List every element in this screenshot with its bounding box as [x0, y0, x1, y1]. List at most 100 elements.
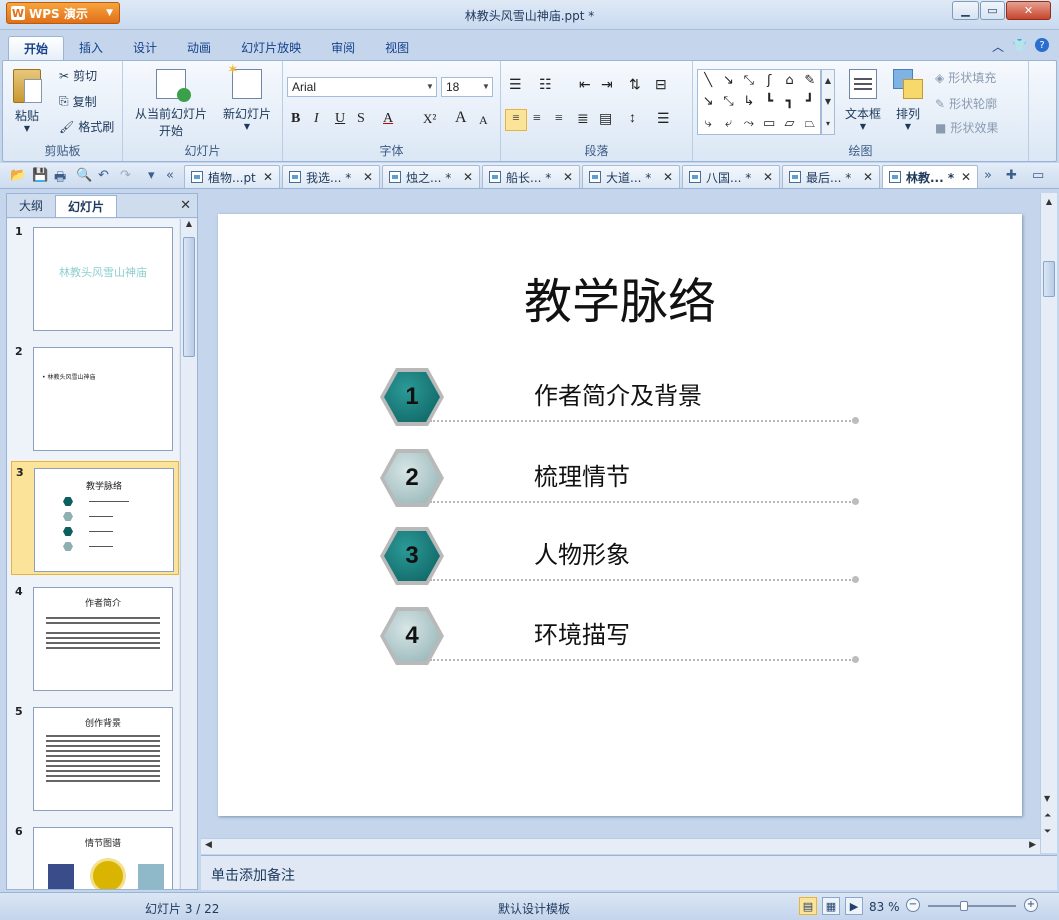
slide-thumbnail-3[interactable]: 3 教学脉络 [11, 461, 179, 575]
notes-placeholder[interactable]: 单击添加备注 [211, 865, 295, 885]
elbow-connector-icon[interactable]: ↳ [743, 94, 754, 109]
curve-arrow-icon[interactable]: ⤶ [725, 116, 732, 131]
doc-tab[interactable]: 八国... * ✕ [682, 165, 780, 188]
tabs-scroll-right-icon[interactable]: » [984, 168, 992, 183]
distribute-icon[interactable]: ▤ [599, 111, 612, 128]
slide-thumbnail-4[interactable]: 4 作者简介 [11, 581, 179, 695]
tab-home[interactable]: 开始 [8, 36, 65, 60]
close-icon[interactable]: ✕ [863, 170, 873, 184]
close-icon[interactable]: ✕ [563, 170, 573, 184]
agenda-item-1[interactable]: 1 作者简介及背景 [380, 368, 860, 430]
chevron-up-icon[interactable]: ▲ [1041, 197, 1057, 206]
slide-vertical-scrollbar[interactable]: ▲ ▼ ⏶ ⏷ [1040, 193, 1057, 853]
line-spacing-icon[interactable]: ↕ [629, 111, 636, 127]
arrange-button[interactable]: 排列 ▼ [891, 69, 925, 131]
font-size-combo[interactable]: 18 ▼ [441, 77, 493, 97]
notes-pane[interactable]: 单击添加备注 [201, 855, 1057, 890]
tab-view[interactable]: 视图 [370, 36, 424, 60]
zoom-out-button[interactable]: − [906, 898, 920, 912]
slides-panel-scrollbar[interactable]: ▲ [180, 219, 197, 889]
arrow-shape-icon[interactable]: ↘ [723, 73, 734, 88]
shape-outline-button[interactable]: ✎ 形状轮廓 [935, 95, 997, 112]
close-icon[interactable]: ✕ [463, 170, 473, 184]
slideshow-view-icon[interactable]: ▶ [845, 897, 863, 915]
superscript-button[interactable]: X² [423, 111, 436, 127]
zoom-slider[interactable] [928, 901, 1016, 911]
tab-slideshow[interactable]: 幻灯片放映 [226, 36, 316, 60]
cut-button[interactable]: ✂ 剪切 [59, 67, 97, 84]
paste-button[interactable]: 粘贴 ▼ [13, 69, 42, 133]
save-icon[interactable]: 💾 [32, 168, 48, 183]
double-arrow-shape-icon[interactable]: ⤡ [744, 73, 754, 88]
connector-arrow-icon[interactable]: ⤡ [723, 94, 733, 109]
font-color-button[interactable]: A [383, 111, 393, 127]
font-name-combo[interactable]: Arial ▼ [287, 77, 437, 97]
shapes-gallery[interactable]: ╲ ↘ ⤡ ʃ ⌂ ✎ ↘ ⤡ ↳ ┗ ┓ ┛ ⤷ ⤶ ⤳ ▭ ▱ ⏢ [697, 69, 821, 135]
curve-connector-icon[interactable]: ⤷ [705, 116, 712, 131]
line-shape-icon[interactable]: ╲ [704, 73, 712, 88]
chevron-up-icon[interactable]: ▲ [181, 219, 197, 228]
current-slide[interactable]: 教学脉络 1 作者简介及背景 2 梳理情节 3 人物形象 4 环境描写 [218, 214, 1022, 816]
tab-insert[interactable]: 插入 [64, 36, 118, 60]
grow-font-button[interactable]: A [455, 109, 467, 127]
slide-title[interactable]: 教学脉络 [218, 262, 1022, 332]
shape-fill-button[interactable]: ◈ 形状填充 [935, 69, 996, 86]
previous-slide-icon[interactable]: ⏶ [1044, 811, 1051, 821]
copy-button[interactable]: ⎘ 复制 [59, 93, 97, 110]
scribble-shape-icon[interactable]: ✎ [804, 73, 815, 88]
close-icon[interactable]: ✕ [663, 170, 673, 184]
curve-double-icon[interactable]: ⤳ [744, 116, 754, 131]
print-icon[interactable]: 🖶 [54, 168, 66, 190]
close-icon[interactable]: ✕ [363, 170, 373, 184]
start-from-current-button[interactable]: 从当前幻灯片 开始 [131, 69, 211, 139]
doc-tab[interactable]: 最后... * ✕ [782, 165, 880, 188]
redo-icon[interactable]: ↷ [120, 168, 131, 183]
format-painter-button[interactable]: 🖌 格式刷 [59, 118, 114, 135]
slide-horizontal-scrollbar[interactable]: ◀ ▶ [201, 838, 1040, 854]
close-icon[interactable]: ✕ [263, 170, 273, 184]
minimize-button[interactable]: ▁ [952, 1, 979, 20]
doc-tab[interactable]: 船长... * ✕ [482, 165, 580, 188]
close-icon[interactable]: ✕ [180, 198, 191, 213]
align-text-icon[interactable]: ⊟ [655, 77, 667, 94]
shrink-font-button[interactable]: A [479, 113, 488, 128]
doc-tab[interactable]: 我选... * ✕ [282, 165, 380, 188]
tab-list-icon[interactable]: ▭ [1032, 168, 1044, 183]
increase-indent-icon[interactable]: ⇥ [601, 77, 613, 94]
textbox-button[interactable]: 文本框 ▼ [843, 69, 883, 131]
doc-tab[interactable]: 植物...pt ✕ [184, 165, 280, 188]
close-icon[interactable]: ✕ [763, 170, 773, 184]
tab-animation[interactable]: 动画 [172, 36, 226, 60]
gallery-scroll[interactable]: ▲ ▼ ▾ [821, 69, 835, 135]
freeform-shape-icon[interactable]: ⌂ [785, 73, 793, 88]
next-slide-icon[interactable]: ⏷ [1044, 827, 1051, 837]
decrease-indent-icon[interactable]: ⇤ [579, 77, 591, 94]
slide-sorter-view-icon[interactable]: ▦ [822, 897, 840, 915]
elbow-2-icon[interactable]: ┛ [806, 94, 814, 109]
align-right-icon[interactable]: ≡ [555, 111, 563, 127]
slide-thumbnail-2[interactable]: 2 • 林教头风雪山神庙 [11, 341, 179, 455]
tab-slides[interactable]: 幻灯片 [55, 195, 118, 217]
doc-tab[interactable]: 大道... * ✕ [582, 165, 680, 188]
normal-view-icon[interactable]: ▤ [799, 897, 817, 915]
tab-design[interactable]: 设计 [118, 36, 172, 60]
print-preview-icon[interactable]: 🔍 [76, 168, 92, 183]
customize-toolbar-icon[interactable]: ▾ [148, 168, 155, 183]
agenda-item-4[interactable]: 4 环境描写 [380, 607, 860, 669]
zoom-slider-handle[interactable] [959, 901, 968, 911]
bold-button[interactable]: B [291, 111, 300, 127]
align-center-icon[interactable]: ≡ [533, 111, 541, 127]
doc-tab-active[interactable]: 林教... * ✕ [882, 165, 978, 188]
maximize-button[interactable]: ▭ [980, 1, 1005, 20]
tabs-scroll-left-icon[interactable]: « [166, 168, 174, 183]
rectangle-shape-icon[interactable]: ▭ [763, 116, 775, 131]
collapse-ribbon-icon[interactable]: ︿ [992, 38, 1004, 55]
zoom-in-button[interactable]: + [1024, 898, 1038, 912]
shape-effects-button[interactable]: ■ 形状效果 [935, 119, 998, 136]
undo-icon[interactable]: ↶ [98, 168, 109, 183]
elbow-arrow-icon[interactable]: ┗ [765, 94, 773, 109]
curve-shape-icon[interactable]: ʃ [767, 73, 771, 88]
shadow-button[interactable]: S [357, 111, 365, 127]
close-button[interactable]: ✕ [1006, 1, 1051, 20]
agenda-item-2[interactable]: 2 梳理情节 [380, 449, 860, 511]
